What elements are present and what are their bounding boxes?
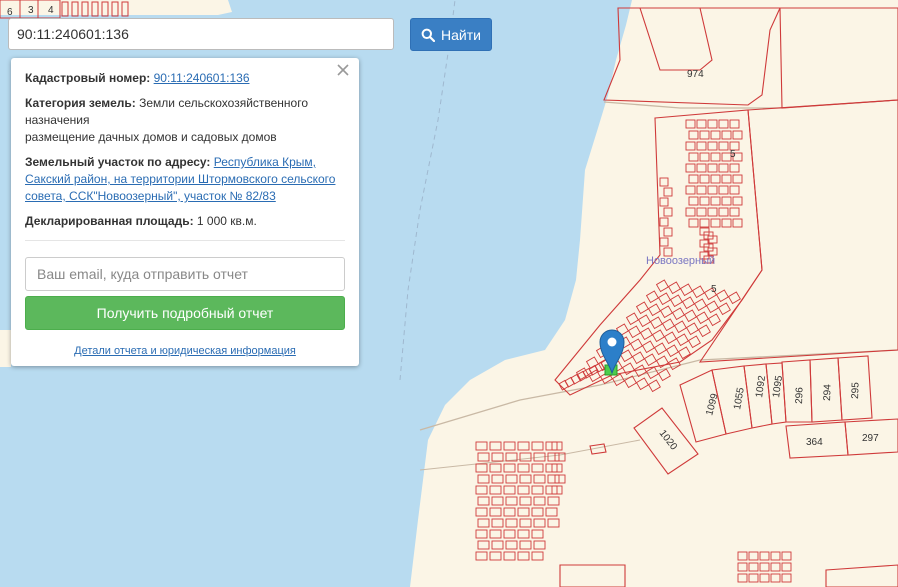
email-field[interactable] [25, 257, 345, 291]
search-input[interactable] [8, 18, 394, 50]
label-tl-4: 4 [48, 5, 54, 16]
village-label: Новоозерный [646, 255, 715, 267]
cadastral-number-label: Кадастровый номер: [25, 71, 151, 85]
label-tl-6: 6 [7, 7, 13, 18]
land-category-row: Категория земель: Земли сельскохозяйстве… [25, 95, 345, 146]
label-295: 295 [850, 382, 862, 399]
label-294: 294 [822, 384, 834, 401]
parcel-info-popup: Кадастровый номер: 90:11:240601:136 Кате… [11, 58, 359, 366]
land-category-label: Категория земель: [25, 96, 136, 110]
get-report-button[interactable]: Получить подробный отчет [25, 296, 345, 330]
label-296: 296 [794, 387, 806, 404]
label-5-south: 5 [711, 284, 717, 295]
address-row: Земельный участок по адресу: Республика … [25, 154, 345, 205]
cadastral-number-link[interactable]: 90:11:240601:136 [154, 71, 250, 85]
address-label: Земельный участок по адресу: [25, 155, 211, 169]
search-button-label: Найти [441, 26, 481, 43]
area-row: Декларированная площадь: 1 000 кв.м. [25, 213, 345, 230]
land-west [0, 330, 11, 367]
close-icon[interactable] [335, 62, 351, 78]
area-label: Декларированная площадь: [25, 214, 194, 228]
land-use-value: размещение дачных домов и садовых домов [25, 130, 277, 144]
divider [25, 240, 345, 241]
label-5-north: 5 [730, 149, 736, 160]
area-value: 1 000 кв.м. [196, 214, 257, 228]
search-icon [421, 28, 436, 42]
label-974: 974 [687, 69, 704, 80]
label-297: 297 [862, 433, 879, 444]
search-button[interactable]: Найти [410, 18, 492, 51]
label-tl-3: 3 [28, 5, 34, 16]
report-details-link[interactable]: Детали отчета и юридическая информация [25, 343, 345, 360]
label-364: 364 [806, 437, 823, 448]
cadastral-number-row: Кадастровый номер: 90:11:240601:136 [25, 70, 345, 87]
